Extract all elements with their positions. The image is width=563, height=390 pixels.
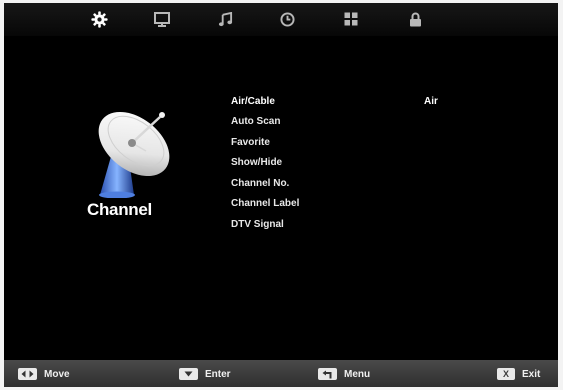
return-icon — [318, 368, 337, 380]
menu-item-dtv-signal[interactable]: DTV Signal — [231, 217, 284, 233]
tv-screen: Channel Air/Cable Air Auto Scan Favorite… — [4, 3, 558, 387]
hint-exit: X Exit — [497, 367, 540, 381]
menu-item-favorite[interactable]: Favorite — [231, 135, 270, 151]
menu-item-auto-scan[interactable]: Auto Scan — [231, 114, 280, 130]
page-title: Channel — [87, 200, 152, 219]
menu-item-label: Air/Cable — [231, 96, 275, 107]
key-hint-bar: Move Enter Menu X Exit — [4, 360, 558, 387]
menu-item-value: Air — [424, 96, 438, 107]
hint-label: Exit — [522, 368, 541, 380]
menu-item-channel-label[interactable]: Channel Label — [231, 196, 299, 212]
menu-item-channel-no[interactable]: Channel No. — [231, 176, 289, 192]
tab-picture[interactable] — [150, 8, 174, 30]
hint-enter: Enter — [179, 367, 231, 381]
enter-icon — [179, 368, 198, 380]
menu-item-label: Favorite — [231, 137, 270, 148]
tab-settings[interactable] — [87, 8, 111, 30]
hint-move: Move — [18, 367, 70, 381]
satellite-dish-icon — [98, 111, 170, 198]
tab-sound[interactable] — [213, 8, 237, 30]
tab-time[interactable] — [275, 8, 299, 30]
menu-item-label: DTV Signal — [231, 219, 284, 230]
tab-bar — [4, 3, 558, 36]
hint-label: Enter — [205, 368, 231, 380]
menu-item-show-hide[interactable]: Show/Hide — [231, 155, 282, 171]
menu-item-label: Channel No. — [231, 178, 290, 189]
tab-option[interactable] — [339, 8, 363, 30]
monitor-icon — [154, 11, 170, 27]
grid-icon — [344, 12, 358, 26]
clock-icon — [279, 11, 295, 27]
tab-lock[interactable] — [403, 8, 427, 30]
menu-item-label: Auto Scan — [231, 116, 281, 127]
music-note-icon — [218, 11, 232, 26]
hint-label: Menu — [344, 368, 371, 380]
menu-item-label: Show/Hide — [231, 157, 283, 168]
hint-menu: Menu — [318, 367, 370, 381]
hint-label: Move — [44, 368, 70, 380]
menu-item-label: Channel Label — [231, 198, 300, 209]
lock-icon — [409, 12, 421, 26]
exit-key-icon: X — [497, 368, 515, 380]
gear-icon — [90, 10, 108, 28]
menu-item-air-cable[interactable]: Air/Cable Air — [231, 94, 438, 110]
left-right-arrows-icon — [18, 368, 37, 380]
